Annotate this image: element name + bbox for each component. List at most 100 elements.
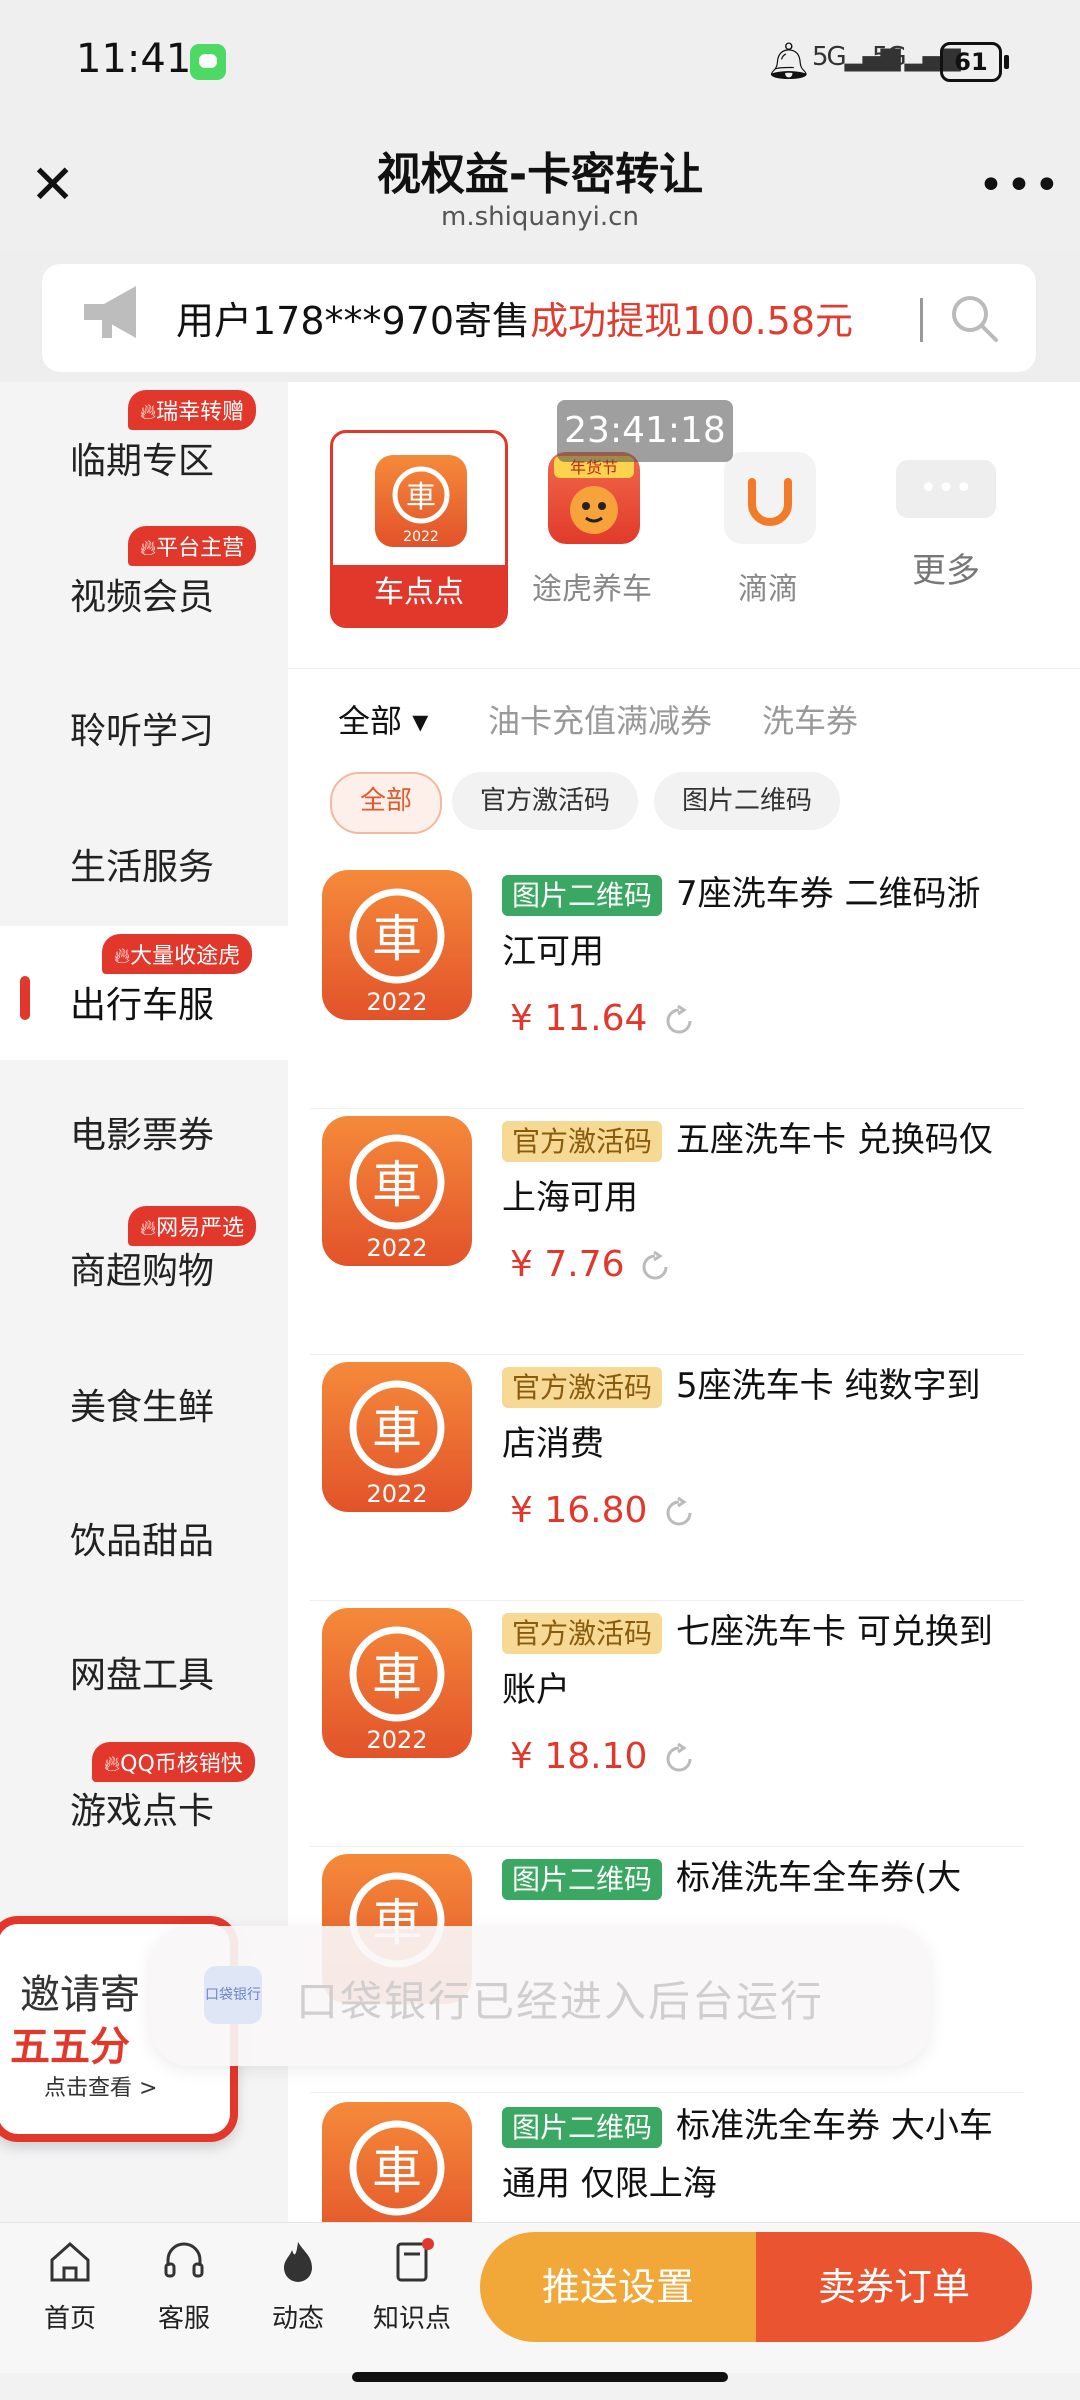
nav-label: 动态 xyxy=(271,2304,324,2334)
product-tag: 图片二维码 xyxy=(502,2107,663,2148)
svg-text:2022: 2022 xyxy=(366,1234,427,1262)
svg-text:2022: 2022 xyxy=(366,1480,427,1508)
more-button[interactable]: ••• xyxy=(978,160,1062,211)
filter-carwash[interactable]: 洗车券 xyxy=(762,696,858,742)
nav-service[interactable]: 客服 xyxy=(134,2238,234,2335)
product-item[interactable]: 車 2022 官方激活码 五座洗车卡 兑换码仅上海可用 ¥ 7.76 xyxy=(310,1108,1024,1355)
chediandian-icon: 車 2022 xyxy=(322,870,472,1020)
search-icon[interactable] xyxy=(948,292,1000,344)
nav-label: 首页 xyxy=(43,2304,96,2334)
svg-text:車: 車 xyxy=(372,1648,422,1706)
svg-text:車: 車 xyxy=(372,1156,422,1214)
sidebar-item-audio[interactable]: 聆听学习 xyxy=(0,654,288,788)
chip-all[interactable]: 全部 xyxy=(330,772,443,834)
invite-line2: 五五分 xyxy=(10,2024,130,2070)
product-title: 图片二维码 7座洗车券 二维码浙江可用 xyxy=(502,874,981,972)
svg-text:車: 車 xyxy=(372,910,422,968)
book-icon xyxy=(396,2238,434,2282)
sidebar-item-shop[interactable]: 🔥︎网易严选 商超购物 xyxy=(0,1198,288,1332)
bell-icon: 🔔︎ xyxy=(766,41,812,82)
brand-tab-label: 滴滴 xyxy=(738,572,798,607)
overlay-clock: 23:41:18 xyxy=(557,400,733,462)
sidebar-item-label: 生活服务 xyxy=(70,847,215,888)
product-title: 图片二维码 标准洗车全车券(大 xyxy=(502,1850,1012,1908)
brand-tab-label: 车点点 xyxy=(374,575,464,610)
sidebar-item-games[interactable]: 🔥︎QQ币核销快 游戏点卡 xyxy=(0,1742,288,1876)
product-tag: 图片二维码 xyxy=(502,875,663,916)
more-dots-icon: ••• xyxy=(896,460,996,518)
refresh-icon[interactable] xyxy=(660,1494,698,1532)
tuhu-icon: 年货节 xyxy=(548,452,640,544)
product-item[interactable]: 車 2022 官方激活码 七座洗车卡 可兑换到账户 ¥ 18.10 xyxy=(310,1600,1024,1847)
product-price: ¥ 11.64 xyxy=(510,998,648,1039)
sidebar-item-linqi[interactable]: 🔥︎瑞幸转赠 临期专区 xyxy=(0,382,288,516)
refresh-icon[interactable] xyxy=(636,1248,674,1286)
chediandian-icon: 車 2022 xyxy=(322,1362,472,1512)
brand-tab-more[interactable]: ••• 更多 xyxy=(860,430,1032,622)
sidebar-item-label: 游戏点卡 xyxy=(70,1791,215,1832)
sidebar-item-food[interactable]: 美食生鲜 xyxy=(0,1334,288,1468)
product-item[interactable]: 車 2022 官方激活码 5座洗车卡 纯数字到店消费 ¥ 16.80 xyxy=(310,1354,1024,1601)
product-item[interactable]: 車 2022 图片二维码 7座洗车券 二维码浙江可用 ¥ 11.64 xyxy=(310,862,1024,1109)
push-settings-button[interactable]: 推送设置 xyxy=(480,2232,756,2342)
sidebar-item-label: 出行车服 xyxy=(70,985,215,1026)
sidebar-item-label: 视频会员 xyxy=(70,577,215,618)
product-tag: 官方激活码 xyxy=(502,1367,663,1408)
invite-line1: 邀请寄 xyxy=(20,1972,140,2018)
nav-knowledge[interactable]: 知识点 xyxy=(362,2238,462,2335)
chip-official-code[interactable]: 官方激活码 xyxy=(452,772,639,830)
sidebar-item-video[interactable]: 🔥︎平台主营 视频会员 xyxy=(0,518,288,652)
sidebar-badge: 🔥︎瑞幸转赠 xyxy=(128,390,257,430)
product-tag: 官方激活码 xyxy=(502,1613,663,1654)
product-price: ¥ 18.10 xyxy=(510,1736,648,1777)
sidebar-item-movie[interactable]: 电影票券 xyxy=(0,1062,288,1196)
nav-home[interactable]: 首页 xyxy=(20,2238,120,2335)
chediandian-icon: 車 2022 xyxy=(322,1116,472,1266)
bank-app-icon: 口袋银行 xyxy=(204,1966,262,2024)
product-title: 官方激活码 5座洗车卡 纯数字到店消费 xyxy=(502,1366,981,1464)
brand-tab-chediandian[interactable]: 車 2022 车点点 xyxy=(330,430,508,628)
chip-qr-image[interactable]: 图片二维码 xyxy=(654,772,841,830)
active-indicator xyxy=(20,976,30,1020)
sidebar-item-label: 聆听学习 xyxy=(70,711,215,752)
sidebar-item-label: 电影票券 xyxy=(70,1115,215,1156)
sell-orders-button[interactable]: 卖券订单 xyxy=(756,2232,1032,2342)
brand-tab-label: 更多 xyxy=(912,551,980,591)
product-price: ¥ 7.76 xyxy=(510,1244,625,1285)
sidebar-badge: 🔥︎网易严选 xyxy=(128,1206,257,1246)
wechat-icon xyxy=(190,44,226,80)
svg-text:車: 車 xyxy=(372,2142,422,2200)
refresh-icon[interactable] xyxy=(660,1740,698,1778)
didi-icon xyxy=(724,452,816,544)
chediandian-icon: 車 2022 xyxy=(375,455,467,547)
invite-link[interactable]: 点击查看 > xyxy=(44,2070,157,2102)
sidebar-item-label: 美食生鲜 xyxy=(70,1387,215,1428)
page-url: m.shiquanyi.cn xyxy=(441,202,639,232)
page-title: 视权益-卡密转让 xyxy=(376,149,704,200)
filter-all[interactable]: 全部 ▾ xyxy=(338,696,428,742)
home-icon xyxy=(50,2241,90,2282)
megaphone-icon xyxy=(84,286,136,338)
toast-text: 口袋银行已经进入后台运行 xyxy=(296,1977,825,2026)
sidebar-item-label: 商超购物 xyxy=(70,1251,215,1292)
sidebar-item-drinks[interactable]: 饮品甜品 xyxy=(0,1470,288,1604)
divider xyxy=(920,298,923,342)
brand-tab-label: 途虎养车 xyxy=(532,572,652,607)
status-time: 11:41 xyxy=(76,36,192,82)
sidebar-item-cloud[interactable]: 网盘工具 xyxy=(0,1606,288,1740)
svg-text:2022: 2022 xyxy=(403,529,439,545)
refresh-icon[interactable] xyxy=(660,1002,698,1040)
sidebar-badge: 🔥︎平台主营 xyxy=(128,526,257,566)
sidebar-item-label: 饮品甜品 xyxy=(70,1521,215,1562)
product-title: 官方激活码 五座洗车卡 兑换码仅上海可用 xyxy=(502,1120,993,1218)
sidebar-item-travel[interactable]: 🔥︎大量收途虎 出行车服 xyxy=(0,926,288,1060)
product-price: ¥ 16.80 xyxy=(510,1490,648,1531)
product-tag: 官方激活码 xyxy=(502,1121,663,1162)
product-tag: 图片二维码 xyxy=(502,1859,663,1900)
sidebar-item-life[interactable]: 生活服务 xyxy=(0,790,288,924)
product-title: 图片二维码 标准洗全车券 大小车通用 仅限上海 xyxy=(502,2106,993,2204)
filter-fuel-coupon[interactable]: 油卡充值满减券 xyxy=(488,696,712,742)
nav-label: 客服 xyxy=(157,2304,210,2334)
nav-feed[interactable]: 动态 xyxy=(248,2238,348,2335)
chediandian-icon: 車 2022 xyxy=(322,1608,472,1758)
